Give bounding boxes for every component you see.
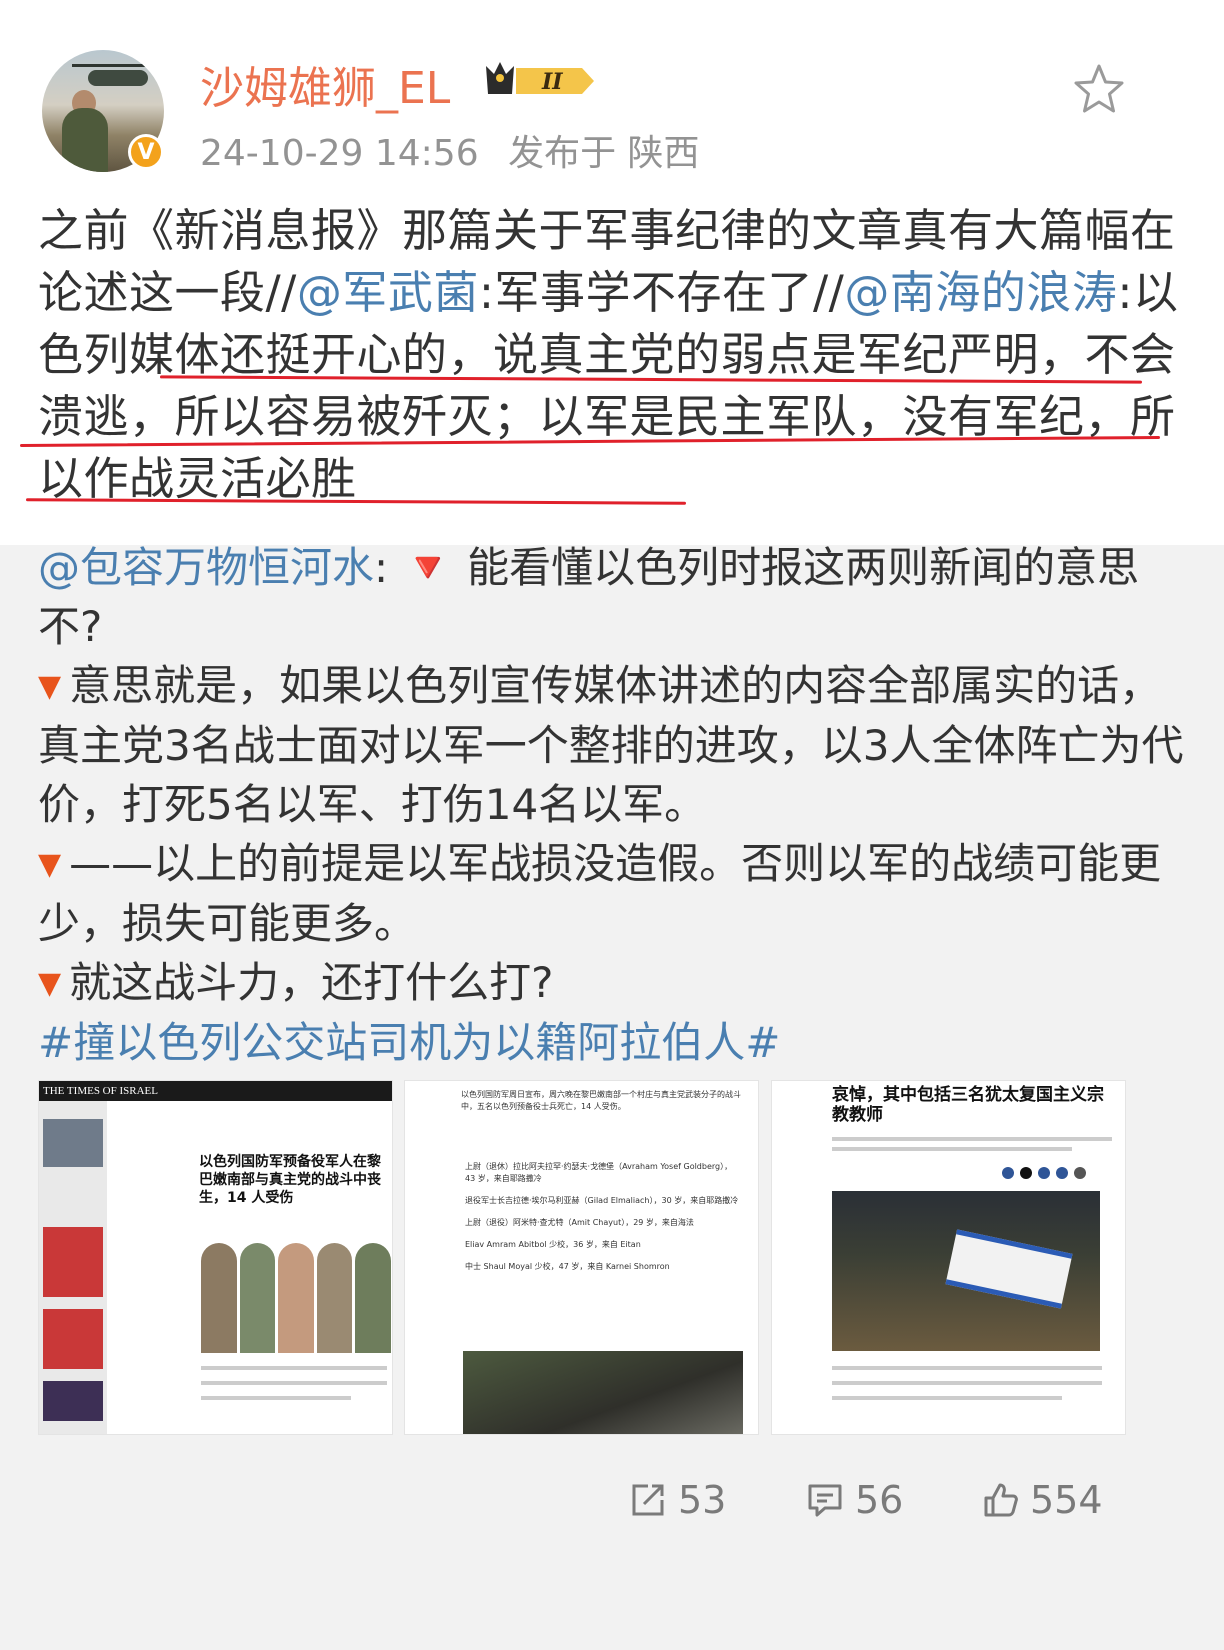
post-time: 24-10-29 14:56	[200, 133, 479, 174]
repost-text-3: ——以上的前提是以军战损没造假。否则以军的战绩可能更少，损失可能更多。	[38, 839, 1162, 948]
image-thumbnail-1[interactable]: THE TIMES OF ISRAEL 以色列国防军预备役军人在黎巴嫩南部与真主…	[38, 1080, 393, 1435]
post-location: 发布于 陕西	[508, 133, 700, 174]
img2-item-1: 上尉（退休）拉比阿夫拉罕·约瑟夫·戈德堡（Avraham Yosef Goldb…	[465, 1162, 733, 1183]
img1-masthead: THE TIMES OF ISRAEL	[39, 1081, 392, 1101]
img3-photo	[832, 1191, 1100, 1351]
repost-author-mention[interactable]: @包容万物恒河水	[38, 543, 374, 592]
image-thumbnail-2[interactable]: 以色列国防军周日宣布，周六晚在黎巴嫩南部一个村庄与真主党武装分子的战斗中，五名以…	[404, 1080, 759, 1435]
img2-item-2: 退役军士长吉拉德·埃尔马利亚赫（Gilad Elmaliach），30 岁，来自…	[465, 1196, 739, 1205]
red-triangle-icon: ▼	[38, 669, 62, 704]
img1-headline: 以色列国防军预备役军人在黎巴嫩南部与真主党的战斗中丧生，14 人受伤	[199, 1154, 381, 1206]
repost-line-2: ▼ 意思就是，如果以色列宣传媒体讲述的内容全部属实的话，真主党3名战士面对以军一个…	[38, 656, 1188, 834]
like-count: 554	[1030, 1478, 1103, 1522]
hashtag-link[interactable]: #撞以色列公交站司机为以籍阿拉伯人#	[38, 1013, 1188, 1072]
repost-line-1: @包容万物恒河水: 🔻 能看懂以色列时报这两则新闻的意思不?	[38, 538, 1188, 656]
image-thumbnail-3[interactable]: 哀悼，其中包括三名犹太复国主义宗教教师	[771, 1080, 1126, 1435]
thumbs-up-icon	[984, 1483, 1018, 1517]
comment-icon	[808, 1484, 842, 1517]
repost-line-3: ▼ ——以上的前提是以军战损没造假。否则以军的战绩可能更少，损失可能更多。	[38, 834, 1188, 953]
img2-item-5: 中士 Shaul Moyal 少校，47 岁，来自 Karnei Shomron	[465, 1262, 670, 1271]
avatar-helicopter-rotor	[72, 64, 158, 67]
img1-photo-strip	[201, 1243, 391, 1353]
img2-photo	[463, 1351, 743, 1434]
img2-intro: 以色列国防军周日宣布，周六晚在黎巴嫩南部一个村庄与真主党武装分子的战斗中，五名以…	[461, 1090, 741, 1111]
red-triangle-icon: ▼	[38, 847, 62, 882]
post-text-2: :军事学不存在了//	[478, 266, 845, 319]
repost-text-4: 就这战斗力，还打什么打?	[69, 958, 554, 1007]
img3-headline: 哀悼，其中包括三名犹太复国主义宗教教师	[832, 1085, 1104, 1125]
img2-item-4: Eliav Amram Abitbol 少校，36 岁，来自 Eitan	[465, 1240, 641, 1249]
mention-link-1[interactable]: @军武菌	[297, 266, 479, 319]
avatar-person-body	[62, 108, 108, 172]
favorite-star-icon[interactable]	[1071, 62, 1127, 118]
img2-item-3: 上尉（退役）阿米特·查尤特（Amit Chayut），29 岁，来自海法	[465, 1218, 694, 1227]
verified-badge-icon: V	[128, 134, 164, 170]
repost-text-2: 意思就是，如果以色列宣传媒体讲述的内容全部属实的话，真主党3名战士面对以军一个整…	[38, 661, 1184, 829]
img3-flag-coffin	[945, 1229, 1073, 1309]
avatar-helicopter	[88, 70, 148, 86]
repost-action[interactable]: 53	[628, 1470, 726, 1530]
repost-count: 53	[678, 1478, 727, 1522]
repost-icon	[632, 1484, 664, 1516]
post-meta: 24-10-29 14:56 发布于 陕西	[200, 124, 700, 176]
like-action[interactable]: 554	[980, 1470, 1103, 1530]
author-name[interactable]: 沙姆雄狮_EL	[200, 52, 450, 116]
image-grid: THE TIMES OF ISRAEL 以色列国防军预备役军人在黎巴嫩南部与真主…	[38, 1080, 1126, 1435]
mention-link-2[interactable]: @南海的浪涛	[844, 266, 1117, 319]
repost-line-4: ▼ 就这战斗力，还打什么打?	[38, 953, 1188, 1013]
red-triangle-icon: ▼	[38, 966, 62, 1001]
comment-action[interactable]: 56	[805, 1470, 903, 1530]
repost-body: @包容万物恒河水: 🔻 能看懂以色列时报这两则新闻的意思不? ▼ 意思就是，如果以…	[38, 538, 1188, 1072]
post-body: 之前《新消息报》那篇关于军事纪律的文章真有大篇幅在论述这一段//@军武菌:军事学…	[38, 200, 1188, 510]
img3-share-icons	[1002, 1167, 1086, 1179]
img1-sidebar	[39, 1101, 107, 1434]
img2-list: 上尉（退休）拉比阿夫拉罕·约瑟夫·戈德堡（Avraham Yosef Goldb…	[465, 1161, 740, 1273]
rank-badge-icon: II	[486, 62, 594, 95]
rank-badge-label: II	[541, 69, 563, 95]
comment-count: 56	[855, 1478, 904, 1522]
